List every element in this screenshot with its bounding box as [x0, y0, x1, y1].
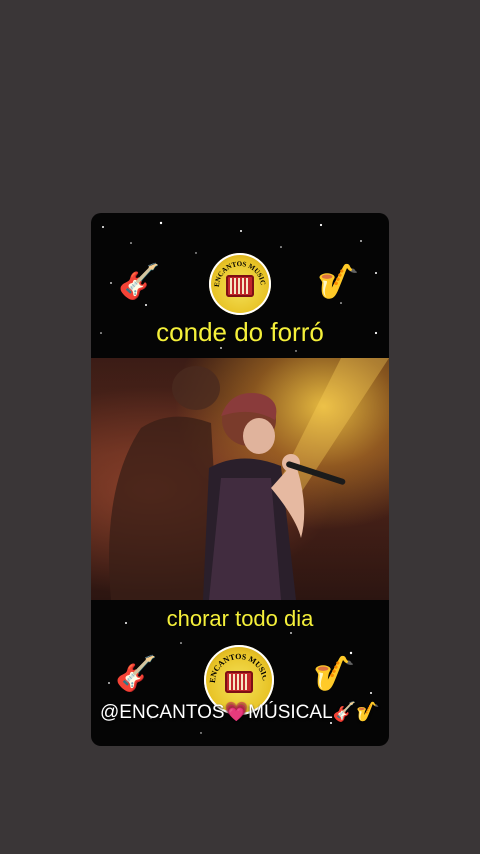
video-card[interactable]: 🎸 ENCANTOS MUSICAL 🎷 conde do forró [91, 213, 389, 746]
saxophone-icon: 🎷 [313, 654, 356, 694]
accordion-icon [225, 671, 253, 693]
video-frame[interactable] [91, 358, 389, 600]
guitar-icon: 🎸 [115, 654, 158, 694]
channel-handle[interactable]: @ENCANTOS💗MÚSICAL🎸🎷 [0, 700, 480, 724]
top-band: 🎸 ENCANTOS MUSICAL 🎷 conde do forró [91, 213, 389, 358]
guitar-icon: 🎸 [118, 262, 161, 302]
top-caption: conde do forró [156, 317, 324, 347]
channel-logo: ENCANTOS MUSICAL [209, 253, 271, 315]
accordion-icon [226, 275, 254, 297]
saxophone-icon: 🎷 [317, 262, 360, 302]
bottom-caption: chorar todo dia [166, 606, 314, 631]
singer-silhouette [109, 358, 389, 600]
